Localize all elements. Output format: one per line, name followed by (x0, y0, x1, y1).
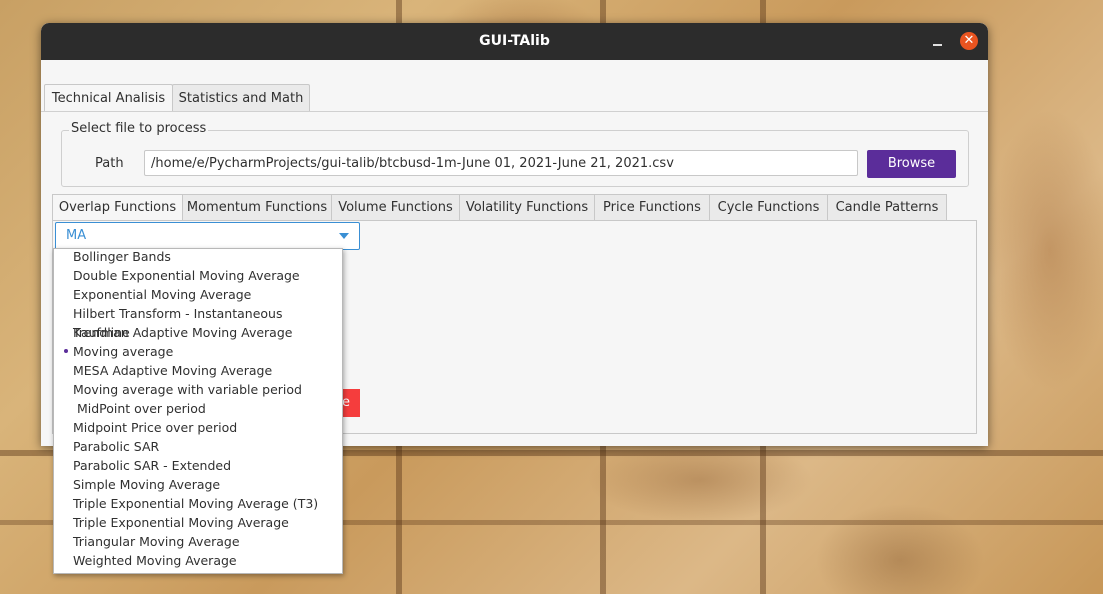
option-label: Triangular Moving Average (73, 534, 240, 549)
dropdown-option[interactable]: MidPoint over period (54, 399, 342, 418)
path-input[interactable]: /home/e/PycharmProjects/gui-talib/btcbus… (144, 150, 858, 176)
dropdown-option[interactable]: Parabolic SAR - Extended (54, 456, 342, 475)
partially-hidden-button[interactable]: e (340, 389, 360, 417)
tab-overlap-functions[interactable]: Overlap Functions (52, 194, 183, 222)
option-label: Weighted Moving Average (73, 553, 237, 568)
option-label: MidPoint over period (73, 401, 206, 416)
tab-volatility-functions[interactable]: Volatility Functions (459, 194, 595, 221)
function-dropdown-list: Bollinger Bands Double Exponential Movin… (53, 248, 343, 574)
option-label: Simple Moving Average (73, 477, 221, 492)
option-label: Moving average with variable period (73, 382, 302, 397)
path-label: Path (95, 156, 124, 171)
option-label: Triple Exponential Moving Average (73, 515, 289, 530)
chevron-down-icon[interactable] (339, 233, 349, 239)
partially-hidden-button-label: e (342, 395, 350, 410)
tab-candle-patterns[interactable]: Candle Patterns (827, 194, 947, 221)
dropdown-option-selected[interactable]: Moving average (54, 342, 342, 361)
dropdown-option[interactable]: Exponential Moving Average (54, 285, 342, 304)
dropdown-option[interactable]: Hilbert Transform - Instantaneous Trendl… (54, 304, 342, 340)
dropdown-option[interactable]: Weighted Moving Average (54, 551, 342, 570)
dropdown-option[interactable]: Simple Moving Average (54, 475, 342, 494)
tab-price-functions[interactable]: Price Functions (594, 194, 710, 221)
tab-volume-functions[interactable]: Volume Functions (331, 194, 460, 221)
dropdown-option[interactable]: Double Exponential Moving Average (54, 266, 342, 285)
function-select[interactable]: MA (55, 222, 360, 250)
option-label: Parabolic SAR - Extended (73, 458, 232, 473)
tab-cycle-functions[interactable]: Cycle Functions (709, 194, 828, 221)
option-label: Exponential Moving Average (73, 287, 252, 302)
option-label: Parabolic SAR (73, 439, 160, 454)
option-label: Triple Exponential Moving Average (T3) (73, 496, 319, 511)
dropdown-option[interactable]: MESA Adaptive Moving Average (54, 361, 342, 380)
window-title: GUI-TAlib (479, 33, 550, 49)
option-label: Moving average (73, 344, 174, 359)
tab-momentum-functions[interactable]: Momentum Functions (182, 194, 332, 221)
dropdown-option[interactable]: Bollinger Bands (54, 247, 342, 266)
tab-statistics-and-math[interactable]: Statistics and Math (172, 84, 310, 112)
option-label: Double Exponential Moving Average (73, 268, 300, 283)
minimize-icon[interactable] (931, 35, 945, 49)
browse-button[interactable]: Browse (867, 150, 956, 178)
option-label: Kaufman Adaptive Moving Average (73, 325, 293, 340)
dropdown-option[interactable]: Triple Exponential Moving Average (54, 513, 342, 532)
option-label: MESA Adaptive Moving Average (73, 363, 273, 378)
title-bar: GUI-TAlib ✕ (41, 23, 988, 60)
dropdown-option[interactable]: Triangular Moving Average (54, 532, 342, 551)
file-group-title: Select file to process (69, 121, 209, 136)
option-label: Midpoint Price over period (73, 420, 238, 435)
dropdown-option[interactable]: Kaufman Adaptive Moving Average (54, 323, 342, 342)
dropdown-option[interactable]: Triple Exponential Moving Average (T3) (54, 494, 342, 513)
dropdown-option[interactable]: Moving average with variable period (54, 380, 342, 399)
close-icon[interactable]: ✕ (960, 32, 978, 50)
dropdown-option[interactable]: Parabolic SAR (54, 437, 342, 456)
tab-technical-analisis[interactable]: Technical Analisis (44, 84, 173, 112)
selected-bullet-icon (64, 349, 68, 353)
option-label: Bollinger Bands (73, 249, 171, 264)
function-select-value: MA (66, 228, 87, 243)
dropdown-option[interactable]: Midpoint Price over period (54, 418, 342, 437)
